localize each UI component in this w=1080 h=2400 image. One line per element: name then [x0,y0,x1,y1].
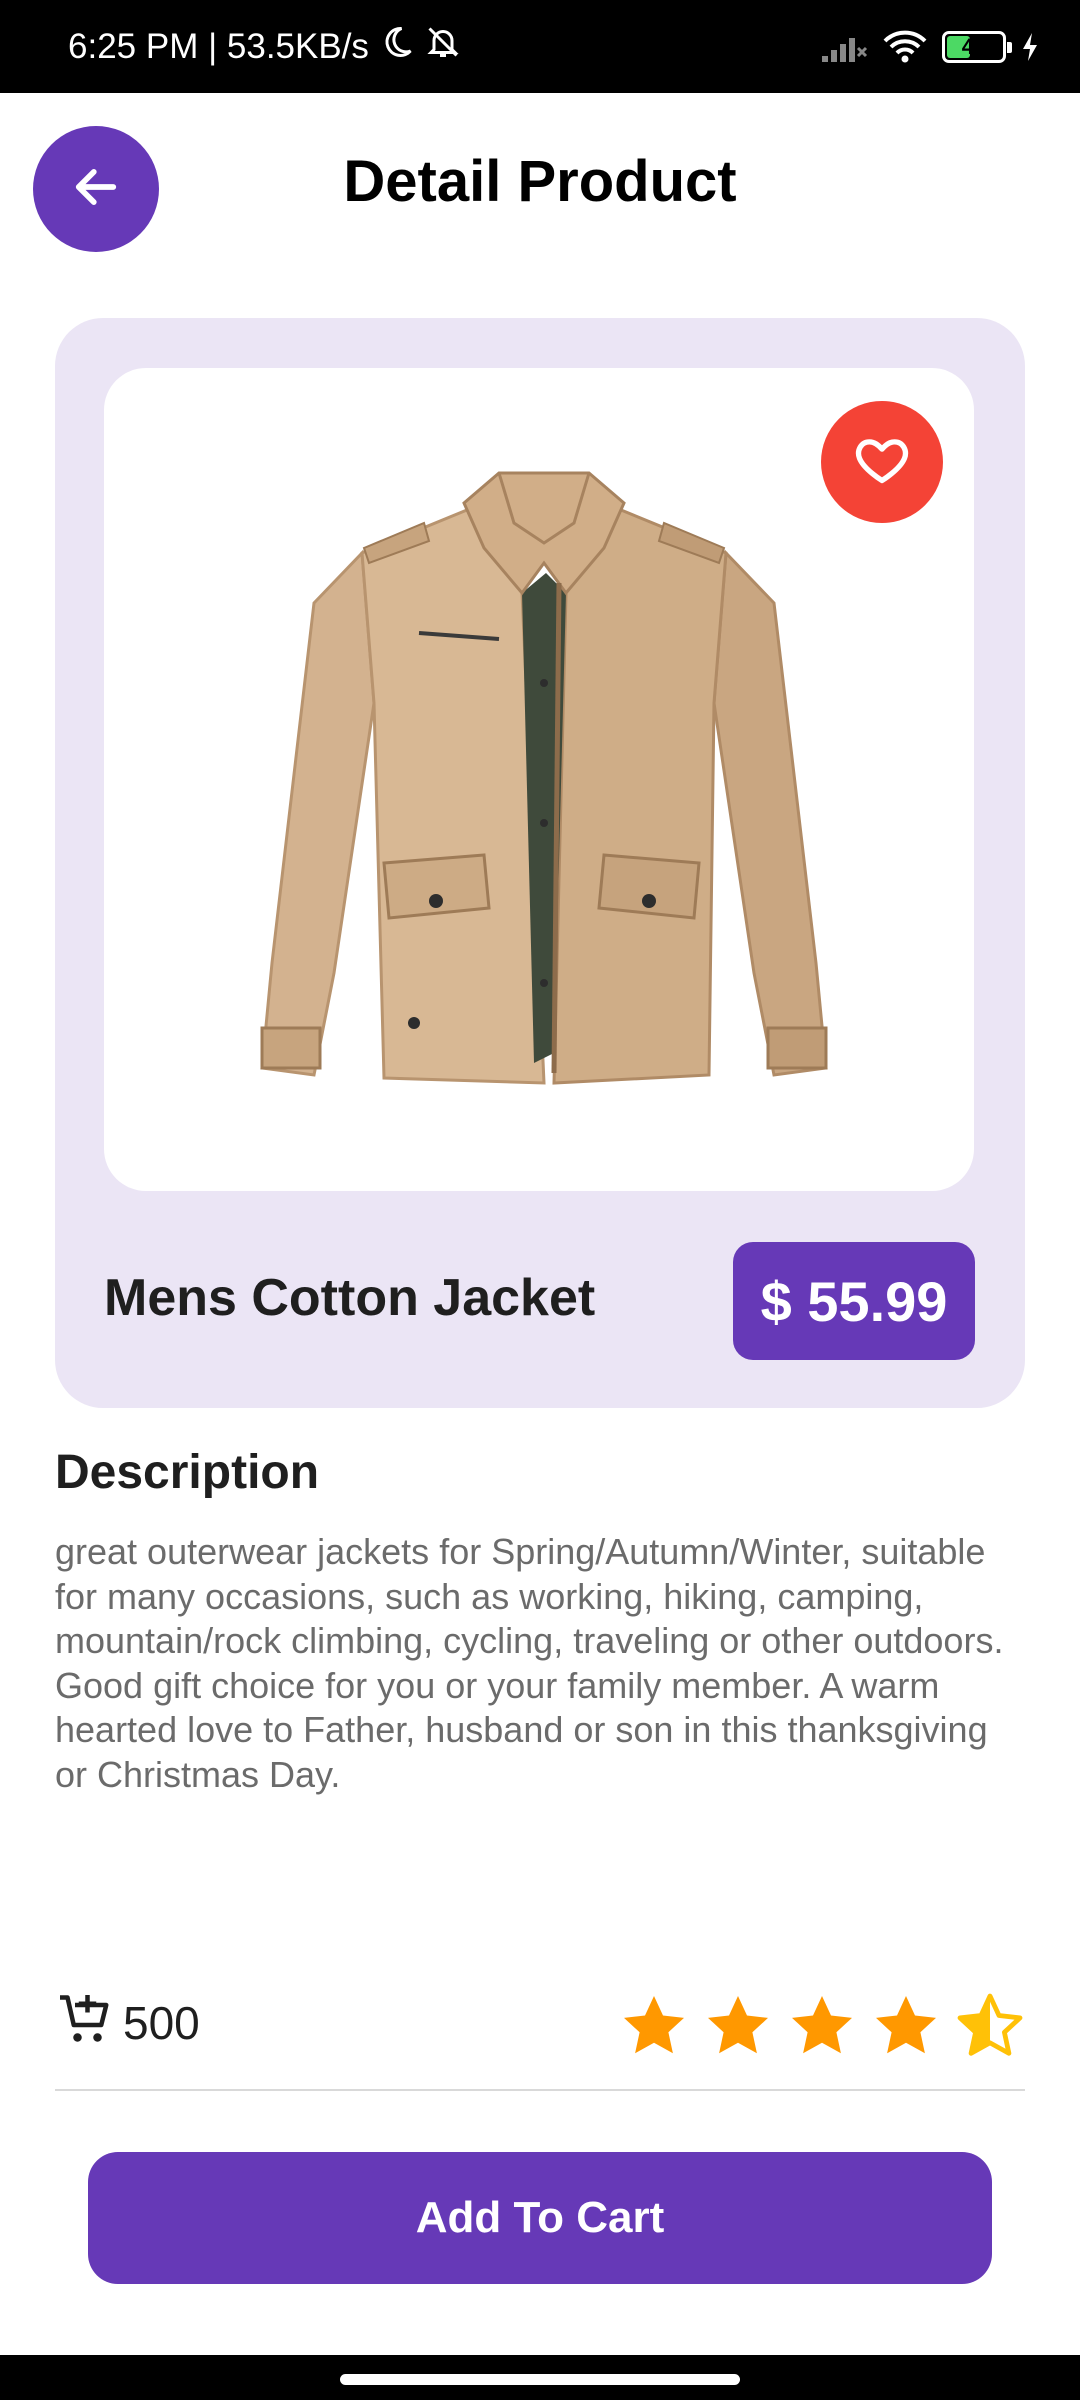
status-time-speed: 6:25 PM | 53.5KB/s [68,26,369,66]
product-image-container [104,368,974,1191]
description-heading: Description [55,1446,320,1499]
divider [55,2089,1025,2091]
star-rating [618,1990,1026,2062]
status-left: 6:25 PM | 53.5KB/s [68,24,461,69]
page-title: Detail Product [343,149,737,214]
heart-icon [853,431,911,494]
star-icon [708,1996,768,2054]
favorite-button[interactable] [821,401,943,523]
battery-icon: 40 [942,30,1012,63]
star-half-icon [957,1993,1023,2056]
add-to-cart-button[interactable]: Add To Cart [88,2152,992,2284]
status-bar: 6:25 PM | 53.5KB/s 40 [0,0,1080,93]
product-image [254,463,834,1108]
navigation-bar [0,2355,1080,2400]
price-badge: $ 55.99 [733,1242,975,1360]
stock-count: 500 [123,1996,200,2049]
bell-off-icon [425,24,461,69]
description-text: great outerwear jackets for Spring/Autum… [55,1531,1004,1795]
star-icon [624,1996,684,2054]
stock-info: 500 [55,1990,200,2055]
wifi-icon [882,30,928,64]
signal-icon [820,30,868,64]
moon-icon [379,24,415,69]
product-card: Mens Cotton Jacket $ 55.99 [55,318,1025,1408]
battery-level: 40 [961,33,987,59]
home-indicator[interactable] [340,2374,740,2385]
star-icon [792,1996,852,2054]
charging-icon [1020,31,1040,63]
product-name: Mens Cotton Jacket [104,1269,596,1327]
cart-add-icon [55,1990,115,2055]
star-icon [876,1996,936,2054]
status-right: 40 [820,30,1040,64]
